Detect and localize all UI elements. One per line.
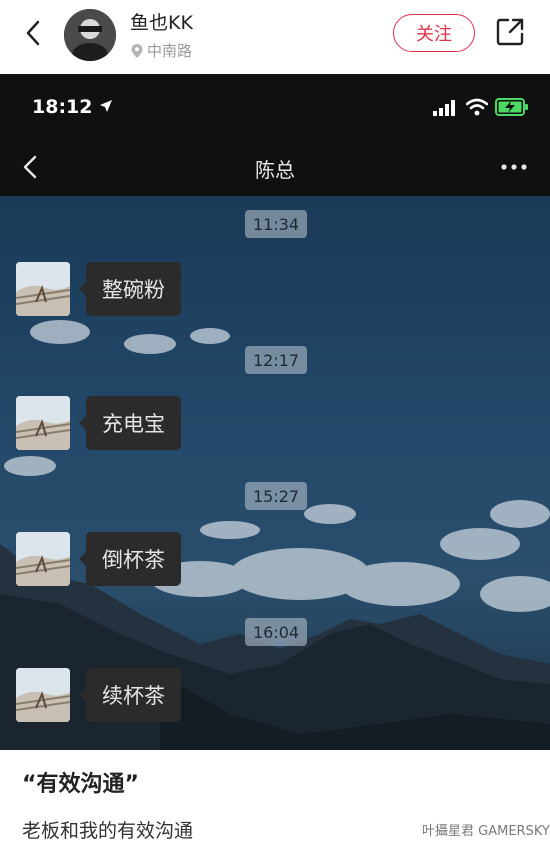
status-time-text: 18:12 (32, 96, 93, 118)
username[interactable]: 鱼也KK (130, 8, 193, 35)
follow-button[interactable]: 关注 (393, 14, 475, 52)
contact-avatar[interactable] (16, 396, 70, 450)
status-time: 18:12 (32, 96, 113, 118)
message-bubble[interactable]: 充电宝 (79, 396, 181, 450)
share-button[interactable] (494, 16, 526, 48)
app-header: 鱼也KK 中南路 关注 (0, 0, 550, 74)
chevron-left-icon (26, 20, 40, 46)
more-options-icon[interactable] (500, 160, 528, 174)
message-bubble[interactable]: 倒杯茶 (79, 532, 181, 586)
chat-title: 陈总 (255, 158, 295, 182)
location-label: 中南路 (130, 40, 192, 61)
chat-nav-bar: 陈总 (0, 140, 550, 196)
timestamp: 15:27 (245, 482, 308, 510)
wifi-icon (466, 98, 488, 116)
share-icon (496, 18, 524, 46)
signal-icon (433, 100, 455, 116)
message-bubble[interactable]: 整碗粉 (79, 262, 181, 316)
battery-charging-icon (495, 98, 528, 116)
chat-screenshot: 18:12 陈总 11:34 整碗粉 12:17 充电宝 15:27 倒杯茶 1… (0, 74, 550, 750)
contact-avatar[interactable] (16, 262, 70, 316)
back-button[interactable] (18, 16, 52, 50)
message-bubble[interactable]: 续杯茶 (79, 668, 181, 722)
post-title: “有效沟通” (22, 772, 139, 797)
timestamp: 12:17 (245, 346, 308, 374)
location-text: 中南路 (147, 42, 193, 60)
status-bar: 18:12 (0, 74, 550, 140)
timestamp: 16:04 (245, 618, 308, 646)
watermark: 叶攝星君 GAMERSKY (422, 824, 550, 839)
location-arrow-icon (100, 100, 113, 112)
post-body: 老板和我的有效沟通 (22, 820, 194, 842)
user-avatar[interactable] (64, 9, 116, 61)
timestamp: 11:34 (245, 210, 308, 238)
location-pin-icon (131, 43, 143, 58)
contact-avatar[interactable] (16, 668, 70, 722)
contact-avatar[interactable] (16, 532, 70, 586)
